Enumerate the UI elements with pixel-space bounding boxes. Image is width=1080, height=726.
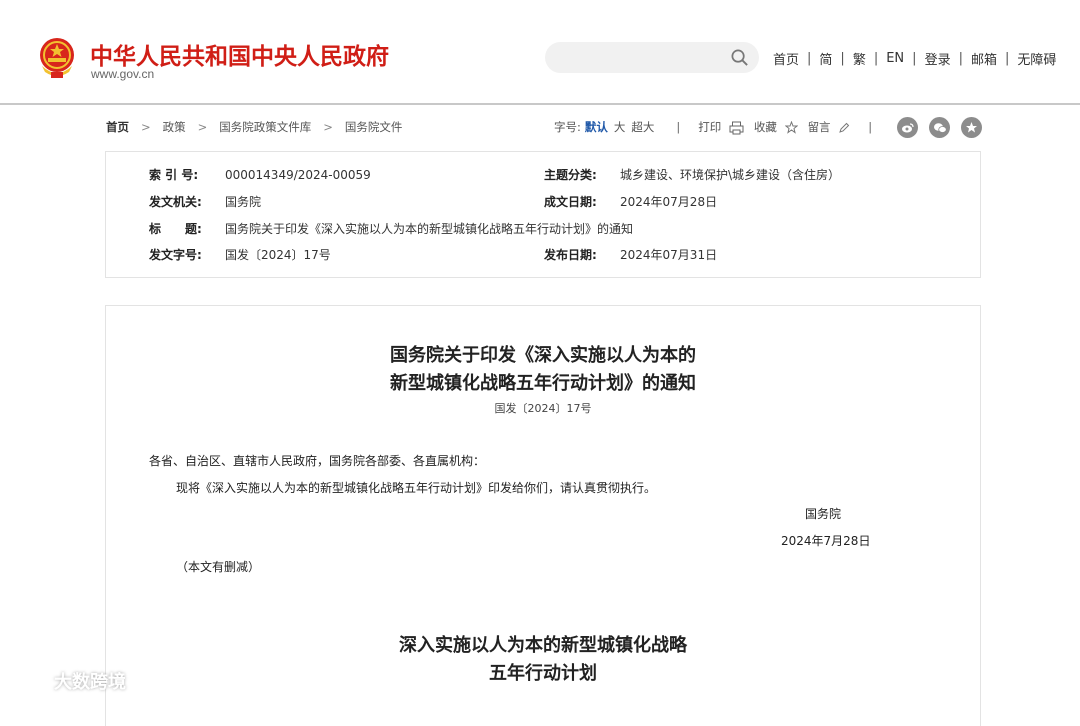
meta-written-label: 成文日期:	[544, 195, 597, 209]
site-name[interactable]: 中华人民共和国中央人民政府	[90, 37, 389, 71]
article-title-line: 国务院关于印发《深入实施以人为本的	[390, 345, 696, 366]
breadcrumb-arrow: >	[197, 120, 208, 134]
favorite-label: 收藏	[753, 120, 777, 134]
nav-login[interactable]: 登录	[925, 49, 951, 68]
nav-separator: |	[912, 51, 917, 66]
breadcrumb-state-council-docs[interactable]: 国务院文件	[345, 119, 403, 135]
breadcrumb: 首页 > 政策 > 国务院政策文件库 > 国务院文件	[106, 119, 402, 135]
nav-english[interactable]: EN	[886, 51, 904, 66]
tools-separator: |	[676, 120, 681, 134]
article-salutation: 各省、自治区、直辖市人民政府，国务院各部委、各直属机构：	[149, 454, 486, 468]
meta-published-date: 发布日期: 2024年07月31日	[544, 246, 717, 263]
weibo-icon[interactable]	[897, 117, 918, 138]
breadcrumb-policy[interactable]: 政策	[163, 119, 186, 135]
article-title-line: 新型城镇化战略五年行动计划》的通知	[390, 373, 696, 394]
share-icons	[897, 117, 982, 138]
breadcrumb-policy-library[interactable]: 国务院政策文件库	[219, 119, 311, 135]
nav-home[interactable]: 首页	[773, 49, 799, 68]
article-date: 2024年7月28日	[781, 534, 871, 548]
meta-index: 索 引 号: 000014349/2024-00059	[149, 166, 371, 183]
site-url: www.gov.cn	[91, 67, 155, 81]
meta-docno: 发文字号: 国发〔2024〕17号	[149, 246, 331, 263]
nav-separator: |	[958, 51, 963, 66]
comment-button[interactable]: 留言	[808, 119, 851, 135]
nav-separator: |	[840, 51, 845, 66]
comment-label: 留言	[807, 120, 831, 134]
search-icon[interactable]	[730, 48, 749, 67]
breadcrumb-home[interactable]: 首页	[106, 119, 129, 135]
article-signature: 国务院	[805, 507, 842, 521]
breadcrumb-arrow: >	[323, 120, 333, 134]
national-emblem-icon[interactable]	[36, 36, 78, 80]
article-title: 国务院关于印发《深入实施以人为本的 新型城镇化战略五年行动计划》的通知	[106, 342, 980, 398]
meta-category-value: 城乡建设、环境保护\城乡建设（含住房）	[620, 168, 841, 182]
pencil-icon	[839, 122, 850, 133]
font-size-large[interactable]: 大	[614, 119, 626, 135]
star-icon	[784, 121, 798, 134]
tools-separator: |	[868, 120, 873, 134]
article-subtitle-line: 深入实施以人为本的新型城镇化战略	[399, 635, 687, 656]
meta-written-date: 成文日期: 2024年07月28日	[544, 193, 717, 210]
wechat-icon[interactable]	[929, 117, 950, 138]
nav-mail[interactable]: 邮箱	[971, 49, 997, 68]
favorite-button[interactable]: 收藏	[754, 119, 798, 135]
article-body: 国务院关于印发《深入实施以人为本的 新型城镇化战略五年行动计划》的通知 国发〔2…	[105, 305, 981, 726]
nav-separator: |	[807, 51, 812, 66]
meta-index-value: 000014349/2024-00059	[225, 168, 371, 182]
meta-docno-label: 发文字号:	[149, 248, 202, 262]
site-header: 中华人民共和国中央人民政府 www.gov.cn 首页 | 简 | 繁 | EN…	[0, 0, 1080, 105]
article-note: （本文有删减）	[176, 560, 261, 574]
meta-issuer: 发文机关: 国务院	[149, 193, 261, 210]
meta-title-label: 标 题:	[149, 222, 202, 236]
meta-title-value: 国务院关于印发《深入实施以人为本的新型城镇化战略五年行动计划》的通知	[225, 222, 634, 236]
nav-separator: |	[873, 51, 879, 66]
watermark-logo-icon	[8, 670, 48, 691]
nav-simplified[interactable]: 简	[819, 49, 832, 68]
meta-category: 主题分类: 城乡建设、环境保护\城乡建设（含住房）	[544, 166, 840, 183]
meta-written-value: 2024年07月28日	[620, 195, 718, 209]
document-metadata: 索 引 号: 000014349/2024-00059 主题分类: 城乡建设、环境保…	[105, 151, 981, 278]
nav-accessibility[interactable]: 无障碍	[1017, 49, 1056, 68]
breadcrumb-arrow: >	[141, 120, 151, 134]
qzone-icon[interactable]	[961, 117, 982, 138]
meta-index-label: 索 引 号:	[149, 168, 199, 182]
meta-docno-value: 国发〔2024〕17号	[225, 248, 331, 262]
meta-category-label: 主题分类:	[544, 168, 597, 182]
nav-separator: |	[1004, 51, 1010, 66]
article-subtitle-line: 五年行动计划	[489, 663, 597, 684]
meta-published-value: 2024年07月31日	[620, 248, 718, 262]
article-paragraph: 现将《深入实施以人为本的新型城镇化战略五年行动计划》印发给你们，请认真贯彻执行。	[176, 481, 657, 495]
font-size-default[interactable]: 默认	[585, 119, 608, 135]
print-label: 打印	[698, 120, 722, 134]
article-doc-number: 国发〔2024〕17号	[494, 402, 592, 415]
watermark: 大数跨境	[8, 668, 126, 694]
watermark-text: 大数跨境	[54, 672, 126, 693]
article-subtitle: 深入实施以人为本的新型城镇化战略 五年行动计划	[106, 632, 980, 688]
meta-issuer-label: 发文机关:	[149, 195, 202, 209]
search-input[interactable]	[545, 42, 759, 73]
nav-traditional[interactable]: 繁	[853, 49, 866, 68]
meta-published-label: 发布日期:	[544, 248, 597, 262]
printer-icon	[729, 121, 744, 134]
top-navigation: 首页 | 简 | 繁 | EN | 登录 | 邮箱 | 无障碍	[773, 49, 1056, 68]
article-tools: 字号: 默认 大 超大 | 打印 收藏 留言 |	[554, 119, 872, 135]
print-button[interactable]: 打印	[698, 119, 744, 135]
font-size-label: 字号:	[554, 120, 581, 134]
font-size-xlarge[interactable]: 超大	[631, 119, 654, 135]
meta-title: 标 题: 国务院关于印发《深入实施以人为本的新型城镇化战略五年行动计划》的通知	[149, 220, 633, 237]
meta-issuer-value: 国务院	[225, 195, 262, 209]
